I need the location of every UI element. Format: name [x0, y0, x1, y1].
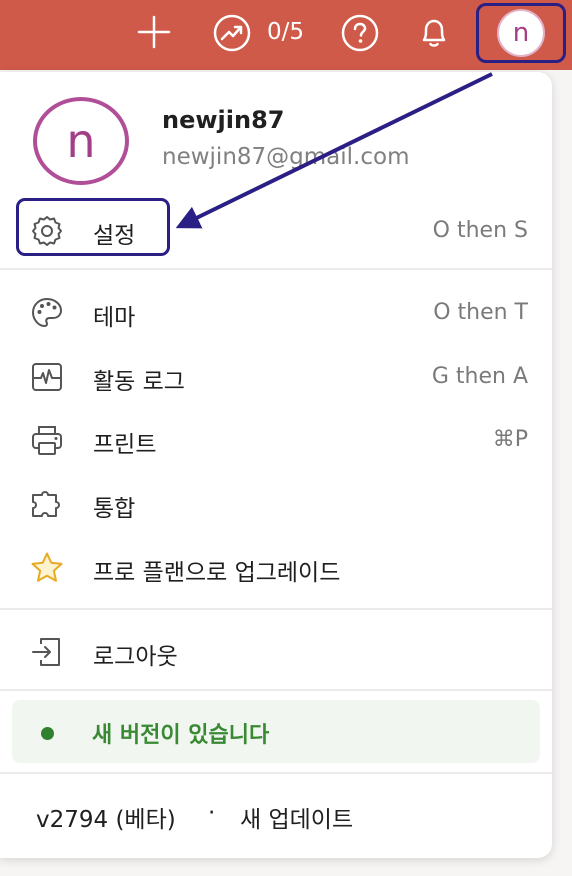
- menu-item-label: 프린트: [93, 432, 157, 458]
- user-menu: n newjin87 newjin87@gmail.com 설정 O then …: [0, 72, 552, 858]
- logout-label: 로그아웃: [93, 644, 178, 670]
- divider: [0, 772, 552, 774]
- menu-item-label: 프로 플랜으로 업그레이드: [93, 560, 341, 586]
- user-email: newjin87@gmail.com: [162, 144, 410, 170]
- avatar-button[interactable]: n: [497, 9, 545, 57]
- footer-separator: ·: [208, 800, 216, 826]
- version-label: v2794 (베타): [36, 807, 176, 833]
- menu-item-label: 통합: [93, 496, 136, 522]
- menu-item-upgrade-pro[interactable]: 프로 플랜으로 업그레이드: [0, 542, 552, 592]
- avatar-highlight-box: n: [476, 3, 566, 63]
- profile-avatar: n: [31, 97, 135, 189]
- update-status-dot: [41, 727, 54, 740]
- divider: [0, 689, 552, 691]
- menu-item-shortcut: G then A: [431, 364, 528, 389]
- bell-icon[interactable]: [414, 12, 454, 52]
- settings-shortcut: O then S: [432, 218, 528, 243]
- divider: [0, 608, 552, 610]
- menu-item-shortcut: O then T: [433, 300, 528, 325]
- menu-item-integrations[interactable]: 통합: [0, 478, 552, 528]
- top-bar: 0/5 n: [0, 0, 572, 70]
- plus-icon[interactable]: [136, 14, 172, 50]
- menu-item-logout[interactable]: 로그아웃: [0, 626, 552, 676]
- star-icon: [28, 549, 66, 587]
- activity-icon: [28, 358, 66, 396]
- menu-item-print[interactable]: 프린트 ⌘P: [0, 414, 552, 464]
- update-available-banner[interactable]: 새 버전이 있습니다: [12, 700, 540, 763]
- palette-icon: [28, 294, 66, 332]
- question-circle-icon[interactable]: [340, 13, 380, 53]
- karma-progress-text[interactable]: 0/5: [267, 19, 304, 45]
- divider: [0, 268, 552, 270]
- menu-item-label: 활동 로그: [93, 369, 185, 395]
- update-available-text: 새 버전이 있습니다: [92, 723, 270, 748]
- menu-item-theme[interactable]: 테마 O then T: [0, 287, 552, 337]
- settings-highlight-box: [16, 198, 170, 256]
- productivity-trend-icon[interactable]: [212, 13, 252, 53]
- menu-item-shortcut: ⌘P: [492, 427, 528, 452]
- menu-item-activity-log[interactable]: 활동 로그 G then A: [0, 351, 552, 401]
- menu-item-label: 테마: [93, 305, 136, 331]
- puzzle-icon: [28, 485, 66, 523]
- printer-icon: [28, 421, 66, 459]
- new-update-link[interactable]: 새 업데이트: [240, 800, 353, 834]
- username: newjin87: [162, 106, 285, 134]
- avatar: n: [33, 97, 129, 185]
- logout-icon: [28, 633, 66, 671]
